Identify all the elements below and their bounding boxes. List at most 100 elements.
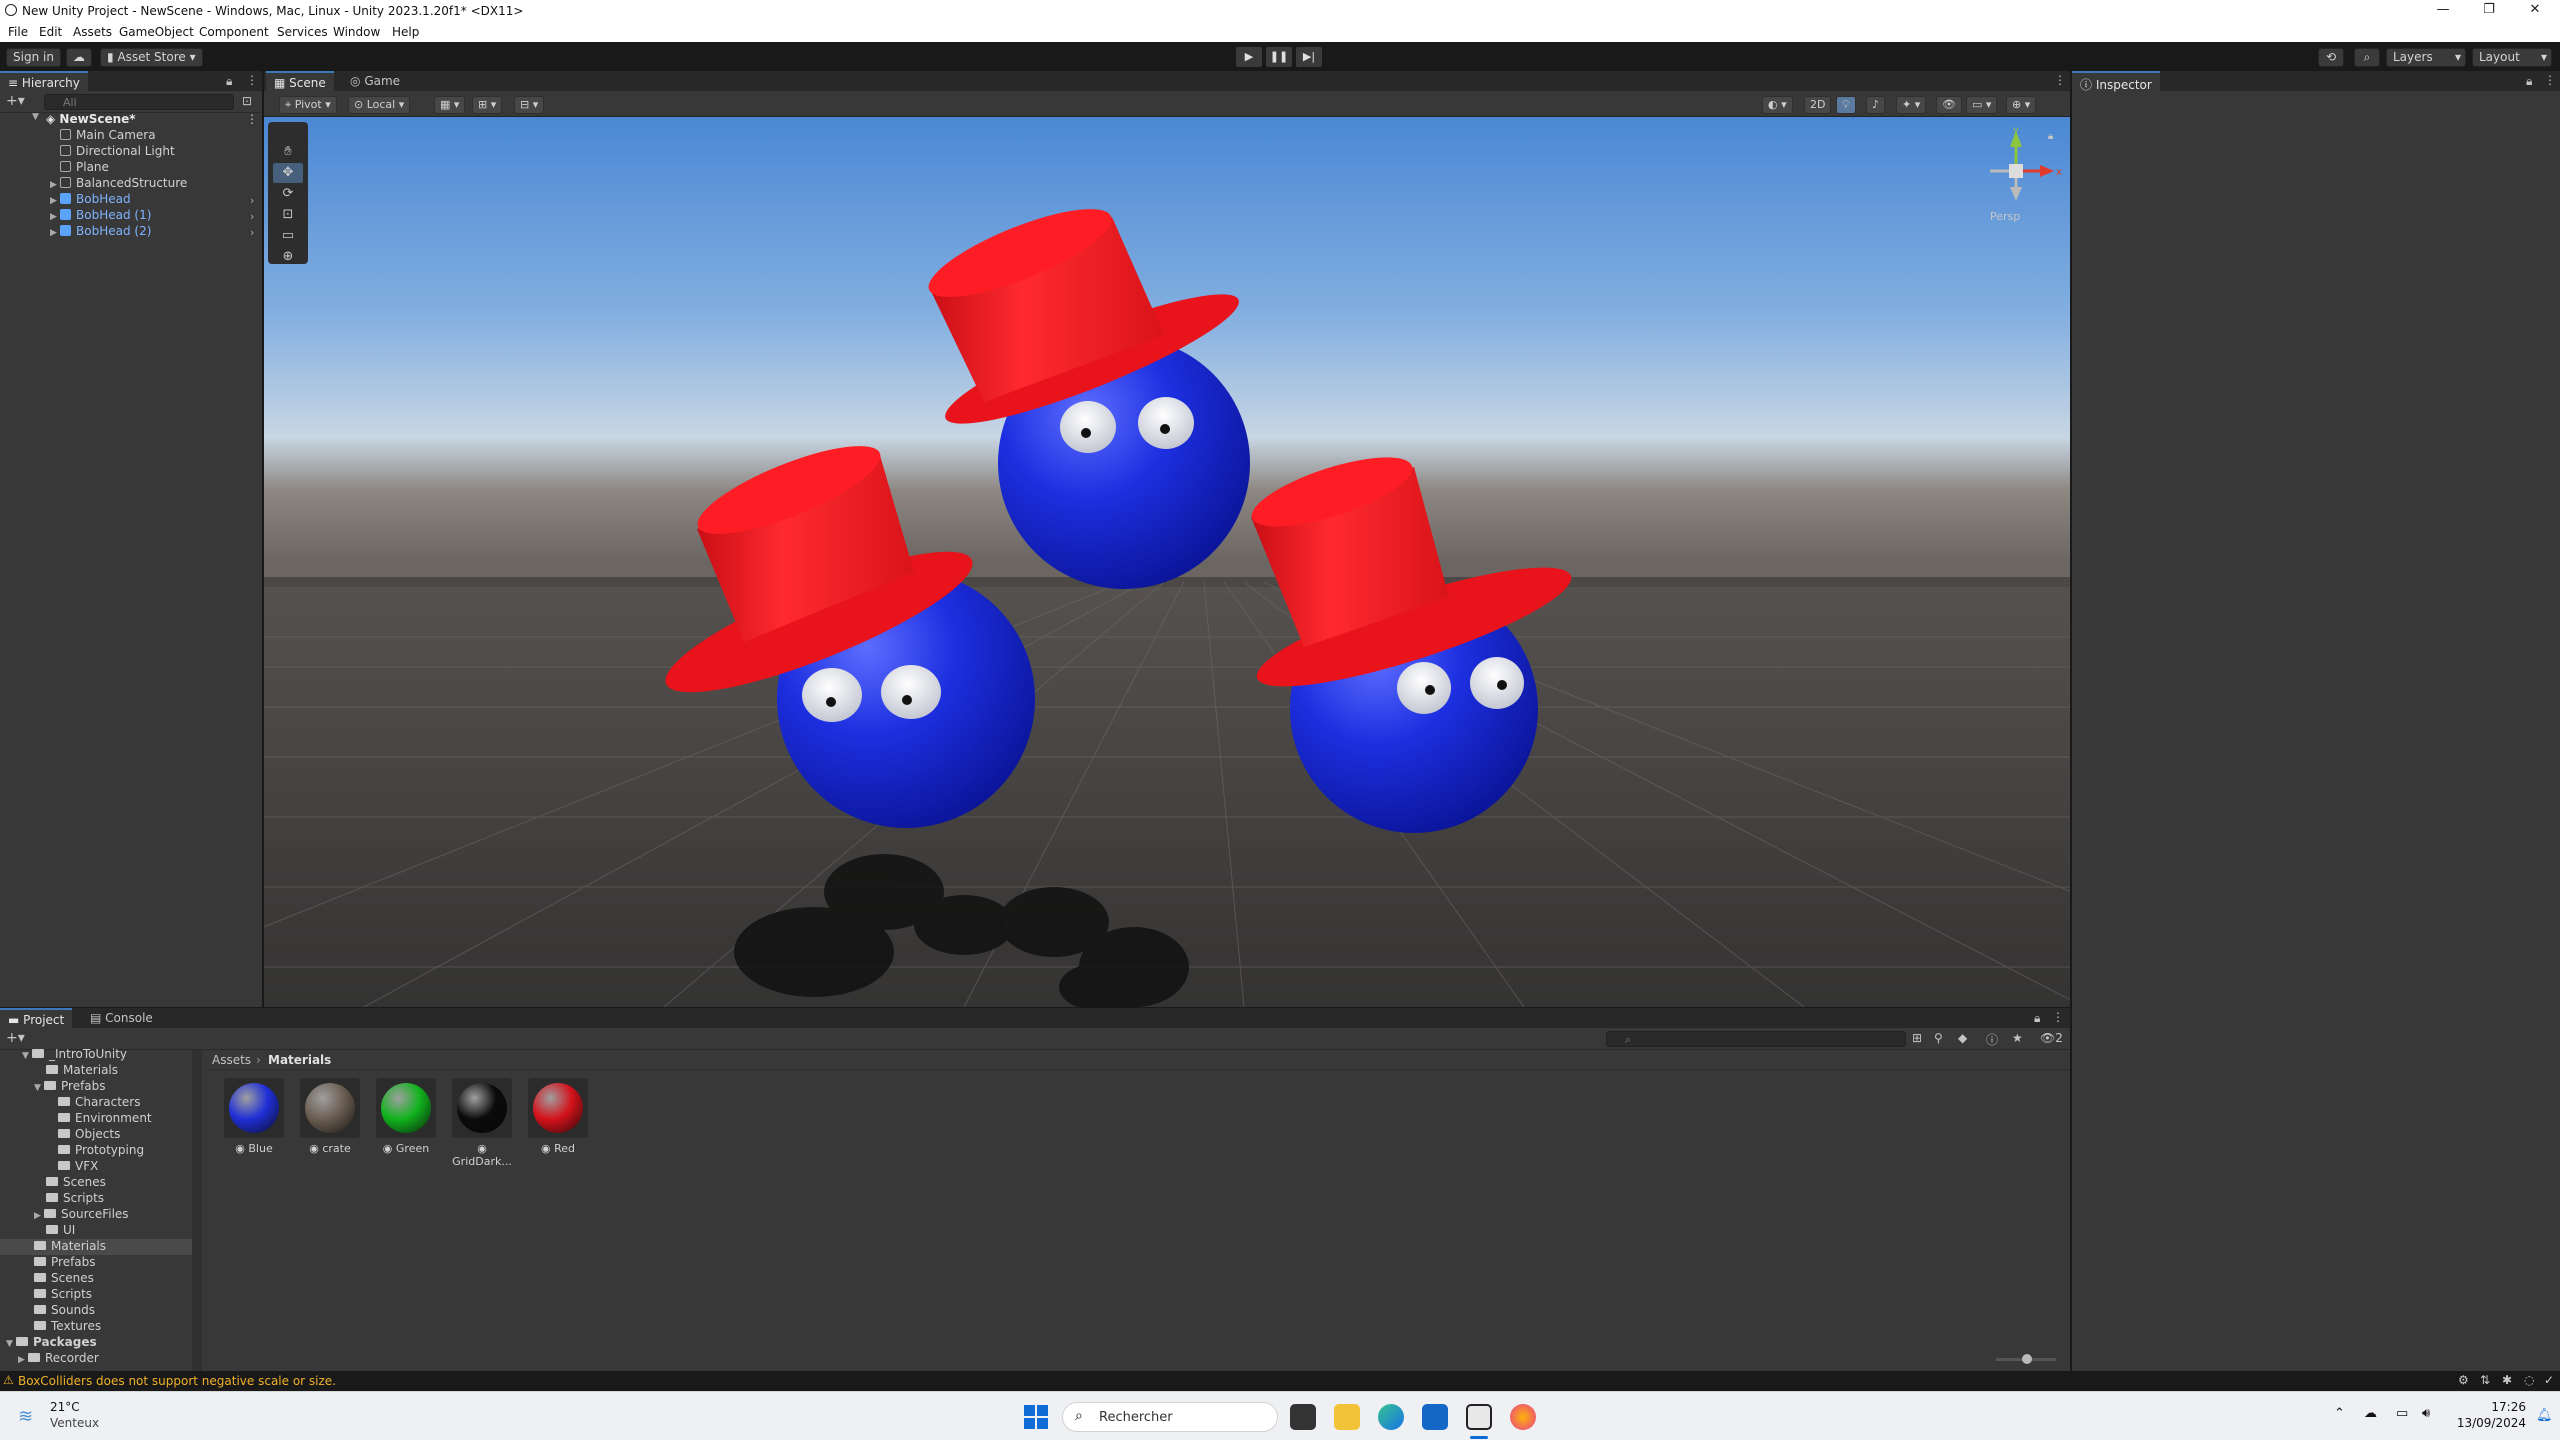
draw-mode-icon[interactable]: ◐ ▾: [1762, 96, 1793, 114]
slider-handle[interactable]: [2022, 1354, 2032, 1364]
grid-snap-icon[interactable]: ▦ ▾: [434, 96, 466, 114]
gizmos-icon[interactable]: ⊕ ▾: [2006, 96, 2037, 114]
volume-icon[interactable]: 🔊︎: [2422, 1406, 2430, 1421]
bug-icon[interactable]: ✱: [2502, 1373, 2512, 1387]
tree-item-textures[interactable]: Textures: [34, 1319, 101, 1335]
menu-assets[interactable]: Assets: [73, 25, 112, 39]
tree-item-vfx[interactable]: VFX: [58, 1159, 98, 1175]
chevron-up-icon[interactable]: ⌃: [2334, 1406, 2345, 1421]
history-icon[interactable]: ⟲: [2318, 48, 2344, 67]
asset-material-red[interactable]: ◉ Red: [526, 1078, 590, 1155]
tree-item-scripts[interactable]: Scripts: [34, 1287, 92, 1303]
tree-item-prefabs-sub[interactable]: ▼ Prefabs: [34, 1079, 106, 1095]
scene-viewport[interactable]: y x Persp 🔒︎: [264, 117, 2070, 1007]
layout-dropdown[interactable]: Layout ▾: [2472, 48, 2552, 67]
camera-icon[interactable]: ▭ ▾: [1966, 96, 1998, 114]
sync-icon[interactable]: ✓: [2544, 1373, 2554, 1387]
menu-file[interactable]: File: [8, 25, 28, 39]
maximize-button[interactable]: ❐: [2466, 2, 2512, 20]
expand-arrow-icon[interactable]: ▶: [18, 1355, 28, 1365]
breadcrumb-materials[interactable]: Materials: [268, 1053, 331, 1067]
lock-icon[interactable]: 🔒︎: [2034, 1011, 2040, 1026]
expand-arrow-icon[interactable]: ▼: [34, 1083, 44, 1093]
hierarchy-item-directional-light[interactable]: Directional Light: [60, 144, 175, 160]
rect-tool-icon[interactable]: ▭: [273, 226, 303, 246]
breadcrumb-assets[interactable]: Assets: [212, 1053, 251, 1067]
tab-hierarchy[interactable]: ≡ Hierarchy: [0, 71, 88, 91]
tree-item-packages[interactable]: ▼ Packages: [6, 1335, 97, 1351]
more-options-icon[interactable]: ⋮: [2052, 1010, 2064, 1024]
expand-arrow-icon[interactable]: ▶: [50, 180, 60, 190]
expand-arrow-icon[interactable]: ▼: [22, 1051, 32, 1061]
search-by-label-icon[interactable]: ⚲: [1934, 1031, 1943, 1045]
asset-material-green[interactable]: ◉ Green: [374, 1078, 438, 1155]
project-search-input[interactable]: ⌕: [1606, 1031, 1906, 1047]
firefox-icon[interactable]: [1510, 1404, 1536, 1430]
hierarchy-item-bobhead[interactable]: ▶ BobHead: [50, 192, 131, 208]
rotate-tool-icon[interactable]: ⟳: [273, 184, 303, 204]
hierarchy-item-main-camera[interactable]: Main Camera: [60, 128, 156, 144]
tree-item-sounds[interactable]: Sounds: [34, 1303, 95, 1319]
tag-icon[interactable]: ◆: [1958, 1031, 1967, 1045]
info-icon[interactable]: ⓘ: [1986, 1031, 1998, 1048]
weather-condition[interactable]: Venteux: [50, 1416, 99, 1430]
play-button[interactable]: ▶: [1236, 47, 1262, 67]
edge-browser-icon[interactable]: [1378, 1404, 1404, 1430]
expand-arrow-icon[interactable]: ▼: [32, 112, 42, 122]
asset-material-blue[interactable]: ◉ Blue: [222, 1078, 286, 1155]
more-options-icon[interactable]: ⋮: [246, 73, 258, 87]
weather-temperature[interactable]: 21°C: [50, 1400, 80, 1414]
filter-icon[interactable]: ⊡: [242, 94, 252, 108]
search-by-type-icon[interactable]: ⊞: [1912, 1031, 1922, 1045]
tree-item-characters[interactable]: Characters: [58, 1095, 141, 1111]
tree-item-ui[interactable]: UI: [46, 1223, 75, 1239]
asset-material-crate[interactable]: ◉ crate: [298, 1078, 362, 1155]
menu-window[interactable]: Window: [333, 25, 380, 39]
close-button[interactable]: ✕: [2512, 2, 2558, 20]
cloud-sync-icon[interactable]: ☁: [2364, 1406, 2377, 1421]
tree-item-environment[interactable]: Environment: [58, 1111, 152, 1127]
tree-scrollbar[interactable]: [192, 1050, 202, 1371]
asset-store-button[interactable]: ▮ Asset Store ▾: [100, 48, 203, 67]
tree-item-sourcefiles[interactable]: ▶ SourceFiles: [34, 1207, 129, 1223]
visibility-icon[interactable]: 👁︎: [1936, 96, 1962, 114]
2d-toggle[interactable]: 2D: [1804, 96, 1832, 114]
pivot-dropdown[interactable]: ⌖ Pivot ▾: [279, 96, 337, 114]
sign-in-button[interactable]: Sign in: [6, 48, 61, 67]
menu-edit[interactable]: Edit: [39, 25, 62, 39]
pause-button[interactable]: ❚❚: [1266, 47, 1292, 67]
menu-services[interactable]: Services: [277, 25, 328, 39]
asset-material-griddark[interactable]: ◉ GridDark...: [450, 1078, 514, 1168]
tree-item-prototyping[interactable]: Prototyping: [58, 1143, 144, 1159]
hidden-packages-icon[interactable]: 👁︎2: [2040, 1031, 2063, 1045]
persp-label[interactable]: Persp: [1990, 210, 2020, 223]
clock-time[interactable]: 17:26: [2486, 1400, 2526, 1414]
menu-help[interactable]: Help: [392, 25, 419, 39]
cloud-icon[interactable]: ☁: [66, 48, 92, 67]
expand-arrow-icon[interactable]: ▼: [6, 1339, 16, 1349]
hierarchy-item-bobhead-1[interactable]: ▶ BobHead (1): [50, 208, 151, 224]
scale-tool-icon[interactable]: ⊡: [273, 205, 303, 225]
search-icon[interactable]: ⌕: [2354, 48, 2380, 67]
windows-start-icon[interactable]: [1024, 1405, 1048, 1429]
transform-tool-icon[interactable]: ⊕: [273, 247, 303, 267]
tree-item-materials-sub[interactable]: Materials: [46, 1063, 118, 1079]
chevron-right-icon[interactable]: ›: [250, 194, 254, 207]
snap-increment-icon[interactable]: ⊞ ▾: [472, 96, 503, 114]
move-tool-icon[interactable]: ✥: [273, 163, 303, 183]
tab-inspector[interactable]: ⓘ Inspector: [2072, 71, 2160, 92]
expand-arrow-icon[interactable]: ▶: [50, 228, 60, 238]
add-icon[interactable]: +▾: [6, 1030, 25, 1046]
tree-item-scenes[interactable]: Scenes: [34, 1271, 94, 1287]
tab-scene[interactable]: ▦ Scene: [266, 71, 334, 91]
tree-item-objects[interactable]: Objects: [58, 1127, 120, 1143]
tree-item-recorder[interactable]: ▶ Recorder: [18, 1351, 99, 1367]
expand-arrow-icon[interactable]: ▶: [34, 1211, 44, 1221]
status-message[interactable]: BoxColliders does not support negative s…: [18, 1374, 336, 1388]
taskbar-search-box[interactable]: ⌕ Rechercher: [1062, 1402, 1278, 1432]
clock-date[interactable]: 13/09/2024: [2454, 1416, 2526, 1430]
align-icon[interactable]: ⊟ ▾: [514, 96, 545, 114]
expand-arrow-icon[interactable]: ▶: [50, 196, 60, 206]
lock-icon[interactable]: 🔒︎: [226, 74, 232, 89]
more-options-icon[interactable]: ⋮: [2054, 73, 2066, 87]
